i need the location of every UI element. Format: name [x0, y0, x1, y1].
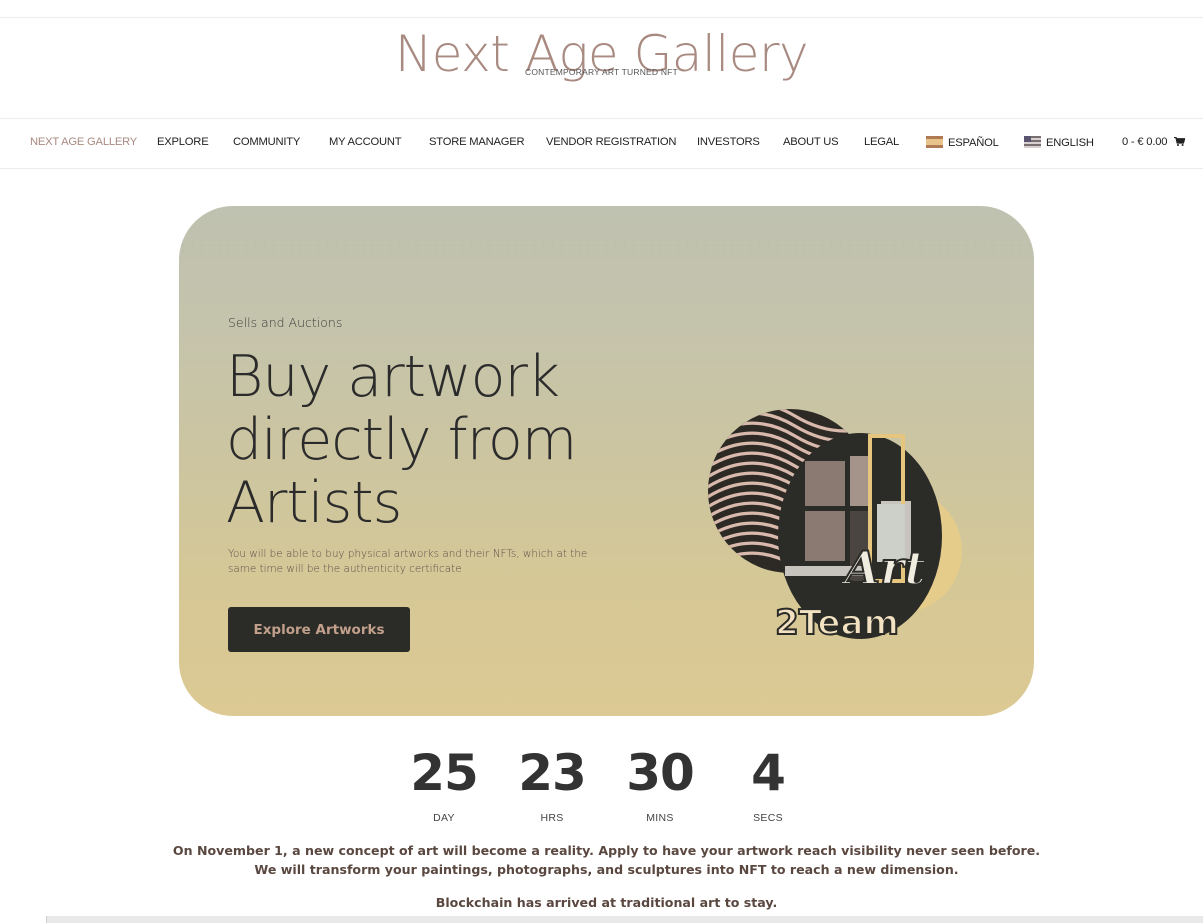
- nav-item-label: ENGLISH: [1046, 137, 1094, 149]
- art2team-logo: Art 2Team: [708, 409, 962, 644]
- horizontal-scrollbar[interactable]: [0, 916, 1203, 923]
- nav-item-about-us[interactable]: ABOUT US: [783, 136, 839, 148]
- uk-flag-icon: [1024, 136, 1041, 148]
- countdown-label: MINS: [646, 812, 674, 824]
- top-divider: [0, 17, 1203, 18]
- nav-item-label: ESPAÑOL: [948, 137, 999, 149]
- nav-item-vendor-registration[interactable]: VENDOR REGISTRATION: [546, 136, 676, 148]
- shopping-cart-icon: [1174, 137, 1186, 146]
- cart-link[interactable]: 0 - € 0.00: [1122, 136, 1186, 148]
- main-navigation: NEXT AGE GALLERY EXPLORE COMMUNITY MY AC…: [0, 118, 1203, 169]
- countdown-minutes: 30 MINS: [620, 742, 700, 824]
- explore-artworks-button[interactable]: Explore Artworks: [228, 607, 410, 652]
- countdown-value: 4: [751, 744, 786, 802]
- countdown-value: 23: [518, 744, 587, 802]
- countdown-label: SECS: [753, 812, 783, 824]
- cart-total: 0 - € 0.00: [1122, 136, 1168, 148]
- intro-paragraph: On November 1, a new concept of art will…: [172, 843, 1041, 877]
- countdown-value: 25: [410, 744, 479, 802]
- logo-text-2team: 2Team: [775, 603, 899, 643]
- headline-line: Buy artwork: [226, 344, 560, 410]
- countdown-days: 25 DAY: [404, 742, 484, 824]
- site-tagline: CONTEMPORARY ART TURNED NFT: [525, 67, 678, 77]
- countdown-value: 30: [626, 744, 695, 802]
- decorative-dots: [179, 242, 1034, 256]
- hero-description: You will be able to buy physical artwork…: [228, 548, 588, 575]
- nav-item-community[interactable]: COMMUNITY: [233, 136, 300, 148]
- countdown-hours: 23 HRS: [512, 742, 592, 824]
- spain-flag-icon: [926, 136, 943, 148]
- headline-line: Artists: [226, 470, 402, 536]
- headline-line: directly from: [226, 407, 577, 473]
- logo-text-art: Art: [840, 541, 925, 595]
- nav-item-explore[interactable]: EXPLORE: [157, 136, 209, 148]
- hero-eyebrow: Sells and Auctions: [228, 315, 343, 330]
- hero-banner: Sells and Auctions Buy artwork directly …: [179, 206, 1034, 716]
- nav-item-legal[interactable]: LEGAL: [864, 136, 899, 148]
- nav-item-store-manager[interactable]: STORE MANAGER: [429, 136, 525, 148]
- nav-item-next-age-gallery[interactable]: NEXT AGE GALLERY: [30, 136, 137, 148]
- countdown-label: DAY: [433, 812, 455, 824]
- nav-item-my-account[interactable]: MY ACCOUNT: [329, 136, 402, 148]
- nav-item-espanol[interactable]: ESPAÑOL: [926, 136, 999, 149]
- blockchain-paragraph: Blockchain has arrived at traditional ar…: [435, 895, 778, 910]
- nav-item-english[interactable]: ENGLISH: [1024, 136, 1094, 149]
- countdown-seconds: 4 SECS: [728, 742, 808, 824]
- hero-headline: Buy artwork directly from Artists: [226, 344, 577, 536]
- countdown-timer: 25 DAY 23 HRS 30 MINS 4 SECS: [0, 742, 1203, 832]
- nav-item-investors[interactable]: INVESTORS: [697, 136, 760, 148]
- countdown-label: HRS: [540, 812, 564, 824]
